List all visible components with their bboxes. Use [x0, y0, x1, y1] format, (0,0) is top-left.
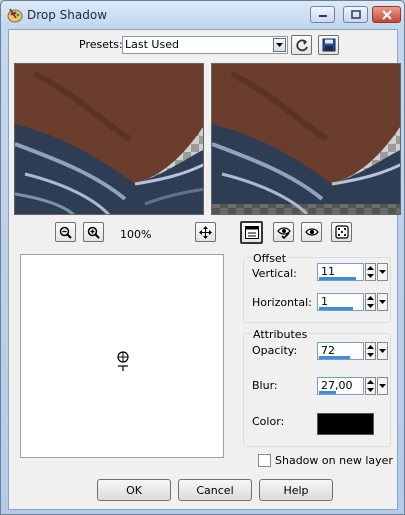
shadow-on-new-layer-label[interactable]: Shadow on new layer — [275, 454, 393, 467]
move-arrows-icon — [199, 225, 212, 239]
opacity-level-bar — [319, 356, 350, 359]
presets-dropdown[interactable]: Last Used — [122, 36, 288, 54]
horizontal-level-bar — [319, 307, 354, 310]
offset-canvas[interactable] — [20, 254, 224, 458]
minimize-button[interactable] — [310, 6, 335, 23]
result-preview[interactable] — [211, 63, 401, 215]
spin-down-icon[interactable] — [366, 302, 375, 310]
opacity-dropdown[interactable] — [377, 342, 388, 360]
horizontal-spinner[interactable] — [365, 293, 376, 311]
horizontal-dropdown[interactable] — [377, 293, 388, 311]
chevron-down-icon — [379, 349, 386, 353]
paint-palette-icon — [7, 8, 23, 23]
presets-value: Last Used — [125, 38, 179, 51]
zoom-in-icon — [87, 226, 100, 239]
spin-down-icon[interactable] — [366, 386, 375, 394]
opacity-spinner[interactable] — [365, 342, 376, 360]
shadow-on-new-layer-checkbox[interactable] — [258, 454, 271, 467]
zoom-level: 100% — [120, 228, 152, 241]
floppy-disk-icon — [322, 38, 335, 52]
chevron-down-icon — [379, 384, 386, 388]
original-preview-image — [15, 64, 203, 214]
spin-down-icon[interactable] — [366, 351, 375, 359]
save-preset-button[interactable] — [318, 35, 339, 55]
maximize-icon — [350, 10, 361, 19]
minimize-icon — [318, 14, 327, 17]
proof-toggle-button[interactable] — [240, 221, 263, 244]
cancel-button[interactable]: Cancel — [178, 479, 252, 501]
shadow-color-swatch[interactable] — [317, 413, 374, 435]
dialog-body: Presets: Last Used 100% Offset Vertical:… — [8, 29, 401, 510]
vertical-input[interactable]: 11 — [317, 263, 364, 281]
blur-input[interactable]: 27,00 — [317, 377, 364, 395]
eye-check-icon — [276, 226, 291, 239]
spin-up-icon[interactable] — [366, 264, 375, 272]
auto-proof-button[interactable] — [301, 222, 322, 242]
blur-level-bar — [319, 391, 337, 394]
vertical-label: Vertical: — [252, 267, 297, 280]
horizontal-label: Horizontal: — [252, 296, 312, 309]
spin-up-icon[interactable] — [366, 378, 375, 386]
reset-defaults-button[interactable] — [291, 35, 312, 55]
chevron-down-icon — [379, 270, 386, 274]
title-bar[interactable]: Drop Shadow — [1, 1, 404, 29]
offset-handle-icon[interactable] — [116, 350, 130, 372]
vertical-level-bar — [319, 277, 356, 280]
spin-down-icon[interactable] — [366, 272, 375, 280]
zoom-out-icon — [59, 226, 72, 239]
zoom-out-button[interactable] — [55, 222, 76, 242]
opacity-input[interactable]: 72 — [317, 342, 364, 360]
pan-button[interactable] — [195, 222, 216, 242]
opacity-label: Opacity: — [252, 344, 298, 357]
presets-label: Presets: — [79, 38, 123, 51]
original-preview[interactable] — [14, 63, 204, 215]
spin-up-icon[interactable] — [366, 343, 375, 351]
vertical-dropdown[interactable] — [377, 263, 388, 281]
color-label: Color: — [252, 415, 285, 428]
close-icon — [381, 9, 392, 20]
help-button[interactable]: Help — [259, 479, 333, 501]
randomize-button[interactable] — [331, 222, 352, 242]
proof-image-button[interactable] — [273, 222, 294, 242]
eye-icon — [304, 227, 319, 236]
drop-shadow-dialog: Drop Shadow Presets: Last Used 100% Offs… — [0, 0, 405, 515]
attributes-group-title: Attributes — [251, 328, 310, 341]
vertical-spinner[interactable] — [365, 263, 376, 281]
blur-spinner[interactable] — [365, 377, 376, 395]
reset-arrow-icon — [295, 39, 308, 52]
maximize-button[interactable] — [343, 6, 368, 23]
zoom-in-button[interactable] — [83, 222, 104, 242]
blur-label: Blur: — [252, 379, 278, 392]
chevron-down-icon — [379, 300, 386, 304]
ok-button[interactable]: OK — [97, 479, 171, 501]
spin-up-icon[interactable] — [366, 294, 375, 302]
chevron-down-icon — [273, 38, 286, 52]
preview-window-icon — [244, 226, 259, 239]
horizontal-input[interactable]: 1 — [317, 293, 364, 311]
window-title: Drop Shadow — [27, 8, 108, 22]
dice-icon — [334, 225, 349, 239]
offset-group-title: Offset — [251, 252, 289, 265]
blur-dropdown[interactable] — [377, 377, 388, 395]
close-button[interactable] — [372, 6, 401, 23]
result-preview-image — [212, 64, 400, 214]
